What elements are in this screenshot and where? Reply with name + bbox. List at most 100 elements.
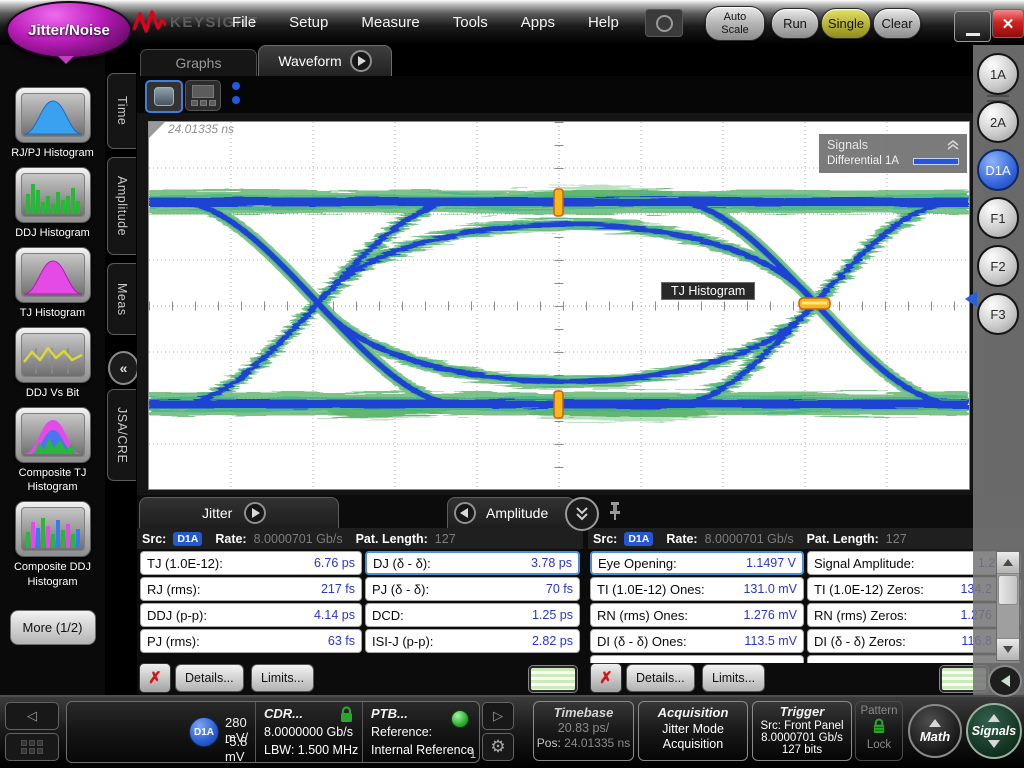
channel-button-f1[interactable]: F1 <box>977 197 1019 239</box>
overview-grid-button[interactable] <box>5 733 59 761</box>
channel-button-f2[interactable]: F2 <box>977 245 1019 287</box>
run-button[interactable]: Run <box>771 8 819 39</box>
sidebar-item-rjpj-histogram[interactable]: RJ/PJ Histogram <box>3 87 103 160</box>
jitter-details-button[interactable]: Details... <box>175 664 244 692</box>
cell-dcd[interactable]: DCD: 1.25 ps <box>365 603 580 627</box>
signals-button[interactable]: Signals <box>966 703 1022 759</box>
panel-collapse-button[interactable] <box>565 497 599 531</box>
app-logo-badge[interactable]: Jitter/Noise <box>6 1 132 59</box>
amplitude-delete-button[interactable]: ✗ <box>590 663 622 693</box>
tab-amplitude-category[interactable]: Amplitude <box>107 157 136 255</box>
menu-apps[interactable]: Apps <box>521 14 555 31</box>
menu-file[interactable]: File <box>232 14 256 31</box>
sidebar-item-tj-histogram[interactable]: TJ Histogram <box>3 247 103 320</box>
ptb-section[interactable]: PTB... Reference: Internal Reference 1 <box>362 702 479 762</box>
auto-scale-button[interactable]: Auto Scale <box>705 6 765 41</box>
sidebar-collapse-button[interactable]: « <box>108 351 139 385</box>
cell-pj-dd[interactable]: PJ (δ - δ): 70 fs <box>365 577 580 601</box>
tab-amplitude-panel[interactable]: Amplitude <box>447 497 575 528</box>
tab-graphs[interactable]: Graphs <box>140 49 257 76</box>
jitter-tab-menu-icon[interactable] <box>244 502 267 524</box>
sidebar-item-label: Composite DDJ Histogram <box>13 561 92 588</box>
title-bar: KEYSIGHT File Setup Measure Tools Apps H… <box>0 0 1024 45</box>
cell-tj[interactable]: TJ (1.0E-12): 6.76 ps <box>140 551 362 575</box>
single-view-icon <box>154 87 174 106</box>
sidebar-item-ddj-histogram[interactable]: DDJ Histogram <box>3 167 103 240</box>
amplitude-tab-menu-icon[interactable] <box>454 502 476 524</box>
cell-rj[interactable]: RJ (rms): 217 fs <box>140 577 362 601</box>
pattern-lock-box[interactable]: Pattern Lock <box>855 701 903 761</box>
amplitude-panel-buttons: ✗ Details... Limits... <box>588 662 1024 697</box>
sidebar-item-label: RJ/PJ Histogram <box>11 147 94 159</box>
cell-ddj[interactable]: DDJ (p-p): 4.14 ps <box>140 603 362 627</box>
pin-icon[interactable] <box>607 501 623 526</box>
eye-diagram-plot[interactable]: 24.01335 ns TJ Histogram Signals Differe… <box>148 121 970 490</box>
multi-view-icon <box>192 85 214 98</box>
previous-page-button[interactable]: ◁ <box>5 702 59 730</box>
channel-button-1a[interactable]: 1A <box>977 53 1019 95</box>
category-tab-strip: Time Amplitude Meas « JSA/CRE <box>105 45 139 695</box>
channel-button-2a[interactable]: 2A <box>977 101 1019 143</box>
tab-waveform[interactable]: Waveform <box>258 45 392 76</box>
amplitude-table-scrollbar[interactable] <box>996 551 1020 661</box>
tj-histogram-label[interactable]: TJ Histogram <box>661 282 756 300</box>
settings-gear-button[interactable]: ⚙ <box>482 733 514 761</box>
single-button[interactable]: Single <box>821 8 871 39</box>
multi-view-layout-button[interactable] <box>185 80 221 111</box>
cell-dj[interactable]: DJ (δ - δ): 3.78 ps <box>365 551 580 575</box>
close-button[interactable]: ✕ <box>992 9 1024 38</box>
amplitude-details-button[interactable]: Details... <box>626 664 695 692</box>
legend-title: Signals <box>827 138 868 152</box>
scrollbar-thumb[interactable] <box>998 575 1018 605</box>
channel-button-d1a[interactable]: D1A <box>977 149 1019 191</box>
menu-measure[interactable]: Measure <box>361 14 419 31</box>
clear-button[interactable]: Clear <box>873 8 921 39</box>
minimize-button[interactable] <box>954 11 991 42</box>
trigger-status-box[interactable]: Trigger Src: Front Panel 8.0000701 Gb/s … <box>752 701 852 761</box>
tab-jitter[interactable]: Jitter <box>139 497 339 528</box>
more-graphs-button[interactable]: More (1/2) <box>9 609 96 645</box>
scroll-up-button[interactable] <box>997 552 1019 574</box>
tab-jsa-cre[interactable]: JSA/CRE <box>107 389 136 481</box>
scroll-down-button[interactable] <box>997 638 1019 660</box>
cell-pj-rms[interactable]: PJ (rms): 63 fs <box>140 629 362 653</box>
cdr-section[interactable]: CDR... 8.0000000 Gb/s LBW: 1.500 MHz <box>255 702 362 762</box>
sidebar-item-composite-tj-histogram[interactable]: Composite TJ Histogram <box>3 407 103 494</box>
sidebar-item-ddj-vs-bit[interactable]: DDJ Vs Bit <box>3 327 103 400</box>
menu-setup[interactable]: Setup <box>289 14 328 31</box>
cell-di-ones[interactable]: DI (δ - δ) Ones: 113.5 mV <box>590 629 804 653</box>
timebase-status-box[interactable]: Timebase 20.83 ps/ Pos: 24.01335 ns <box>533 701 634 761</box>
screenshot-camera-button[interactable] <box>645 9 683 37</box>
jitter-delete-button[interactable]: ✗ <box>139 663 171 693</box>
channel-scale-section[interactable]: D1A 280 mV/ -5.8 mV <box>67 702 255 764</box>
waveform-plot-frame: 24.01335 ns TJ Histogram Signals Differe… <box>137 113 984 495</box>
jitter-limits-button[interactable]: Limits... <box>251 664 315 692</box>
amplitude-collapse-button[interactable] <box>988 665 1022 697</box>
amplitude-limits-button[interactable]: Limits... <box>702 664 766 692</box>
sidebar-item-composite-ddj-histogram[interactable]: Composite DDJ Histogram <box>3 501 103 588</box>
cell-ti-ones[interactable]: TI (1.0E-12) Ones: 131.0 mV <box>590 577 804 601</box>
tab-time[interactable]: Time <box>107 73 136 149</box>
single-view-layout-button[interactable] <box>145 80 183 113</box>
composite-ddj-thumbnail-icon <box>20 507 85 552</box>
channel-button-f3[interactable]: F3 <box>977 293 1019 335</box>
trigger-source: Src: Front Panel <box>760 720 844 732</box>
waveform-tab-menu-icon[interactable] <box>349 50 372 72</box>
menu-tools[interactable]: Tools <box>453 14 488 31</box>
camera-icon <box>655 14 673 32</box>
signal-status-panel[interactable]: D1A 280 mV/ -5.8 mV CDR... 8.0000000 Gb/… <box>66 701 480 764</box>
tab-meas[interactable]: Meas <box>107 263 136 335</box>
channel-badge[interactable]: D1A <box>189 717 219 747</box>
arrow-down-icon <box>1003 646 1013 653</box>
measurement-panels: Jitter Src: D1A Rate: 8.0000701 Gb/s Pat… <box>137 495 1024 697</box>
cell-isij[interactable]: ISI-J (p-p): 2.82 ps <box>365 629 580 653</box>
menu-help[interactable]: Help <box>588 14 619 31</box>
acquisition-status-box[interactable]: Acquisition Jitter Mode Acquisition <box>638 701 748 761</box>
cell-rn-ones[interactable]: RN (rms) Ones: 1.276 mV <box>590 603 804 627</box>
cell-eye-opening[interactable]: Eye Opening: 1.1497 V <box>590 551 804 575</box>
next-page-button[interactable]: ▷ <box>482 702 514 730</box>
acquisition-mode2: Acquisition <box>662 737 724 751</box>
jitter-status-indicator <box>529 666 577 692</box>
legend-collapse-icon[interactable] <box>947 140 959 150</box>
math-button[interactable]: Math <box>908 704 962 758</box>
